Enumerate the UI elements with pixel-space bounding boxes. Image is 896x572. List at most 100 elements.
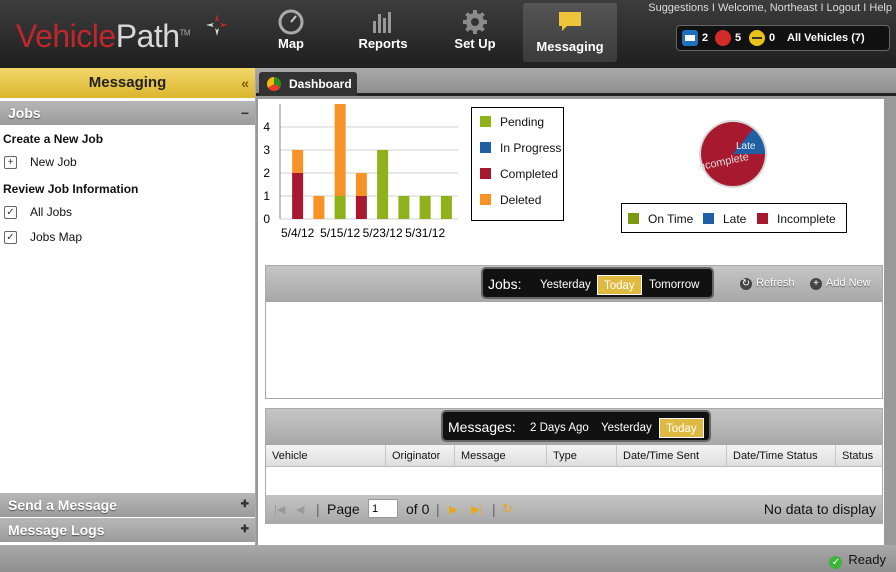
compass-logo-icon: [206, 14, 228, 36]
bar-completed[interactable]: [292, 173, 304, 219]
top-links[interactable]: Suggestions I Welcome, Northeast I Logou…: [648, 2, 892, 14]
status-bar: ✓ Ready: [0, 545, 896, 572]
page-of-label: of 0: [406, 501, 430, 517]
bar-completed[interactable]: [355, 196, 367, 219]
expand-icon[interactable]: ✚: [241, 493, 249, 517]
checklist-icon: ✓: [4, 206, 17, 219]
nav-messaging-label: Messaging: [536, 39, 604, 54]
yellow-status-icon: [749, 30, 765, 46]
bar-pending[interactable]: [419, 196, 431, 219]
bar-pending[interactable]: [440, 196, 452, 219]
bar-deleted[interactable]: [313, 196, 325, 219]
on-time-pie-chart: Incomplete Late: [698, 120, 767, 188]
messages-two-days-button[interactable]: 2 Days Ago: [524, 418, 595, 438]
col-status[interactable]: Status: [836, 445, 882, 467]
fleet-summary[interactable]: 2 5 0 All Vehicles (7): [676, 25, 890, 51]
messages-toolbar: Messages: 2 Days Ago Yesterday Today: [266, 409, 882, 445]
nav-messaging[interactable]: Messaging: [523, 3, 617, 62]
check-icon: ✓: [829, 556, 843, 569]
bar-deleted[interactable]: [292, 150, 304, 173]
refresh-button[interactable]: ↻ Refresh: [740, 277, 795, 290]
y-tick-label: 0: [263, 212, 270, 226]
jobs-map-link[interactable]: ✓ Jobs Map: [0, 225, 255, 250]
add-job-icon: +: [4, 156, 17, 169]
all-jobs-label: All Jobs: [30, 205, 73, 219]
pagination-bar: |◀ ◀ | Page of 0 | ▶ ▶| | ↻ No data to d…: [266, 495, 882, 523]
all-jobs-link[interactable]: ✓ All Jobs: [0, 200, 255, 225]
next-page-icon[interactable]: ▶: [449, 503, 457, 516]
add-new-label: Add New: [826, 277, 871, 289]
status-legend: Pending In Progress Completed Deleted: [471, 107, 564, 221]
y-tick-label: 4: [263, 120, 270, 134]
bar-deleted[interactable]: [334, 104, 346, 196]
legend-item-late: Late: [703, 212, 746, 226]
col-vehicle[interactable]: Vehicle: [266, 445, 386, 467]
x-tick-label: 5/15/12: [320, 226, 360, 240]
expand-icon[interactable]: ✚: [241, 518, 249, 542]
jobs-tomorrow-button[interactable]: Tomorrow: [643, 275, 705, 295]
nav-reports[interactable]: Reports: [337, 0, 429, 62]
collapse-sidebar-icon[interactable]: «: [241, 68, 249, 98]
nav-reports-label: Reports: [358, 36, 408, 51]
all-vehicles-label[interactable]: All Vehicles (7): [787, 32, 865, 44]
page-number-input[interactable]: [368, 499, 398, 518]
first-page-icon[interactable]: |◀: [274, 503, 285, 516]
sidebar-title-text: Messaging: [88, 74, 167, 91]
collapse-icon[interactable]: −: [241, 101, 249, 125]
bar-deleted[interactable]: [355, 173, 367, 196]
col-message[interactable]: Message: [455, 445, 547, 467]
col-date-status[interactable]: Date/Time Status: [727, 445, 836, 467]
page-label: Page: [327, 501, 360, 517]
no-data-label: No data to display: [763, 501, 876, 517]
message-logs-section-header[interactable]: Message Logs ✚: [0, 518, 255, 542]
nav-setup[interactable]: Set Up: [429, 0, 521, 62]
messages-today-button[interactable]: Today: [659, 418, 704, 438]
legend-item-on-time: On Time: [628, 212, 693, 226]
blue-truck-icon: [682, 30, 698, 46]
tab-dashboard[interactable]: Dashboard: [259, 72, 357, 96]
x-tick-label: 5/23/12: [363, 226, 403, 240]
col-type[interactable]: Type: [547, 445, 617, 467]
prev-page-icon[interactable]: ◀: [296, 503, 304, 516]
on-time-swatch: [628, 213, 639, 224]
legend-item-deleted: Deleted: [480, 193, 541, 207]
col-originator[interactable]: Originator: [386, 445, 455, 467]
nav-map[interactable]: Map: [245, 0, 337, 62]
jobs-yesterday-button[interactable]: Yesterday: [534, 275, 597, 295]
messages-yesterday-button[interactable]: Yesterday: [595, 418, 658, 438]
jobs-section-label: Jobs: [8, 105, 41, 121]
bar-pending[interactable]: [398, 196, 410, 219]
reload-icon[interactable]: ↻: [502, 501, 513, 517]
bar-pending[interactable]: [334, 196, 346, 219]
jobs-map-label: Jobs Map: [30, 230, 83, 244]
bar-pending[interactable]: [377, 150, 389, 219]
sidebar: Messaging « Jobs − Create a New Job + Ne…: [0, 68, 256, 545]
pending-swatch: [480, 116, 491, 127]
y-tick-label: 3: [263, 143, 270, 157]
review-job-heading: Review Job Information: [3, 182, 139, 196]
jobs-today-button[interactable]: Today: [597, 275, 642, 295]
send-message-label: Send a Message: [8, 497, 117, 513]
legend-incomplete-label: Incomplete: [777, 212, 836, 226]
legend-item-in-progress: In Progress: [480, 141, 561, 155]
tab-dashboard-label: Dashboard: [289, 77, 352, 91]
messages-day-filter: Messages: 2 Days Ago Yesterday Today: [441, 410, 711, 442]
vehiclepath-logo[interactable]: VehiclePathTM: [16, 18, 191, 55]
new-job-link[interactable]: + New Job: [0, 150, 255, 175]
red-status-icon: [715, 30, 731, 46]
jobs-bar-chart: 0 1 2 3 4 5/4/12 5/15/12 5/23/12 5/31/12: [263, 104, 458, 240]
main-area: Dashboard 0 1 2 3 4 5/4/12 5/15/12 5/23/12 5/31/…: [256, 68, 896, 545]
deleted-swatch: [480, 194, 491, 205]
in-progress-swatch: [480, 142, 491, 153]
add-new-button[interactable]: + Add New: [810, 277, 871, 290]
col-date-sent[interactable]: Date/Time Sent: [617, 445, 727, 467]
messages-table-header: Vehicle Originator Message Type Date/Tim…: [266, 445, 882, 467]
checklist-icon: ✓: [4, 231, 17, 244]
ready-label: Ready: [848, 552, 886, 567]
send-message-section-header[interactable]: Send a Message ✚: [0, 493, 255, 517]
bar-chart-icon: [373, 12, 391, 33]
legend-item-pending: Pending: [480, 115, 544, 129]
jobs-section-header[interactable]: Jobs −: [0, 101, 255, 125]
speedometer-icon: [278, 9, 304, 35]
last-page-icon[interactable]: ▶|: [471, 503, 482, 516]
